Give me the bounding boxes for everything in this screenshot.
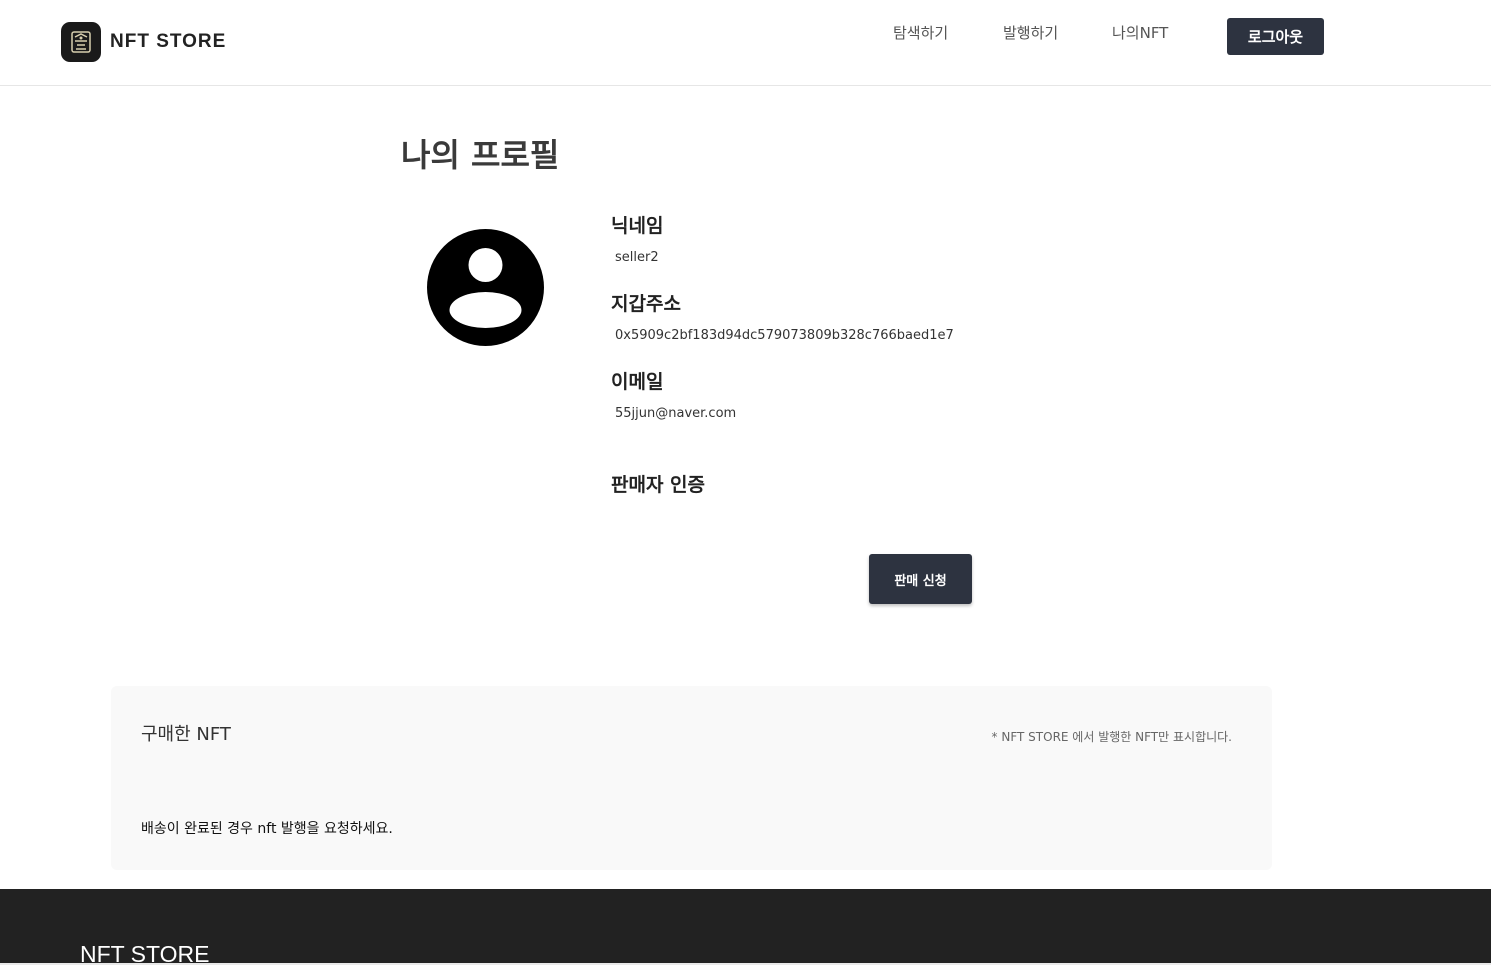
nav-my-nft[interactable]: 나의NFT (1112, 22, 1168, 43)
wallet-label: 지갑주소 (611, 293, 681, 315)
brand-logo-icon (61, 22, 101, 62)
purchased-nft-title: 구매한 NFT (141, 724, 231, 745)
purchased-nft-message: 배송이 완료된 경우 nft 발행을 요청하세요. (141, 821, 393, 837)
nickname-value: seller2 (615, 250, 659, 265)
email-label: 이메일 (611, 371, 664, 393)
user-avatar-icon (427, 229, 544, 346)
purchased-nft-note: * NFT STORE 에서 발행한 NFT만 표시합니다. (991, 730, 1232, 744)
nickname-label: 닉네임 (611, 215, 664, 237)
page-title: 나의 프로필 (401, 136, 560, 174)
email-value: 55jjun@naver.com (615, 406, 737, 421)
brand-home-link[interactable]: NFT STORE (61, 22, 226, 62)
nav-mint[interactable]: 발행하기 (1003, 22, 1058, 43)
logout-button[interactable]: 로그아웃 (1227, 18, 1324, 55)
nav-explore[interactable]: 탐색하기 (893, 22, 948, 43)
purchased-nft-panel: 구매한 NFT * NFT STORE 에서 발행한 NFT만 표시합니다. 배… (111, 686, 1272, 870)
brand-name: NFT STORE (110, 31, 227, 52)
sale-request-button[interactable]: 판매 신청 (869, 554, 972, 604)
seller-verification-label: 판매자 인증 (611, 474, 706, 496)
site-footer: NFT STORE (0, 889, 1491, 967)
site-header: NFT STORE 탐색하기 발행하기 나의NFT 로그아웃 (0, 0, 1491, 86)
wallet-address-value: 0x5909c2bf183d94dc579073809b328c766baed1… (615, 328, 954, 343)
